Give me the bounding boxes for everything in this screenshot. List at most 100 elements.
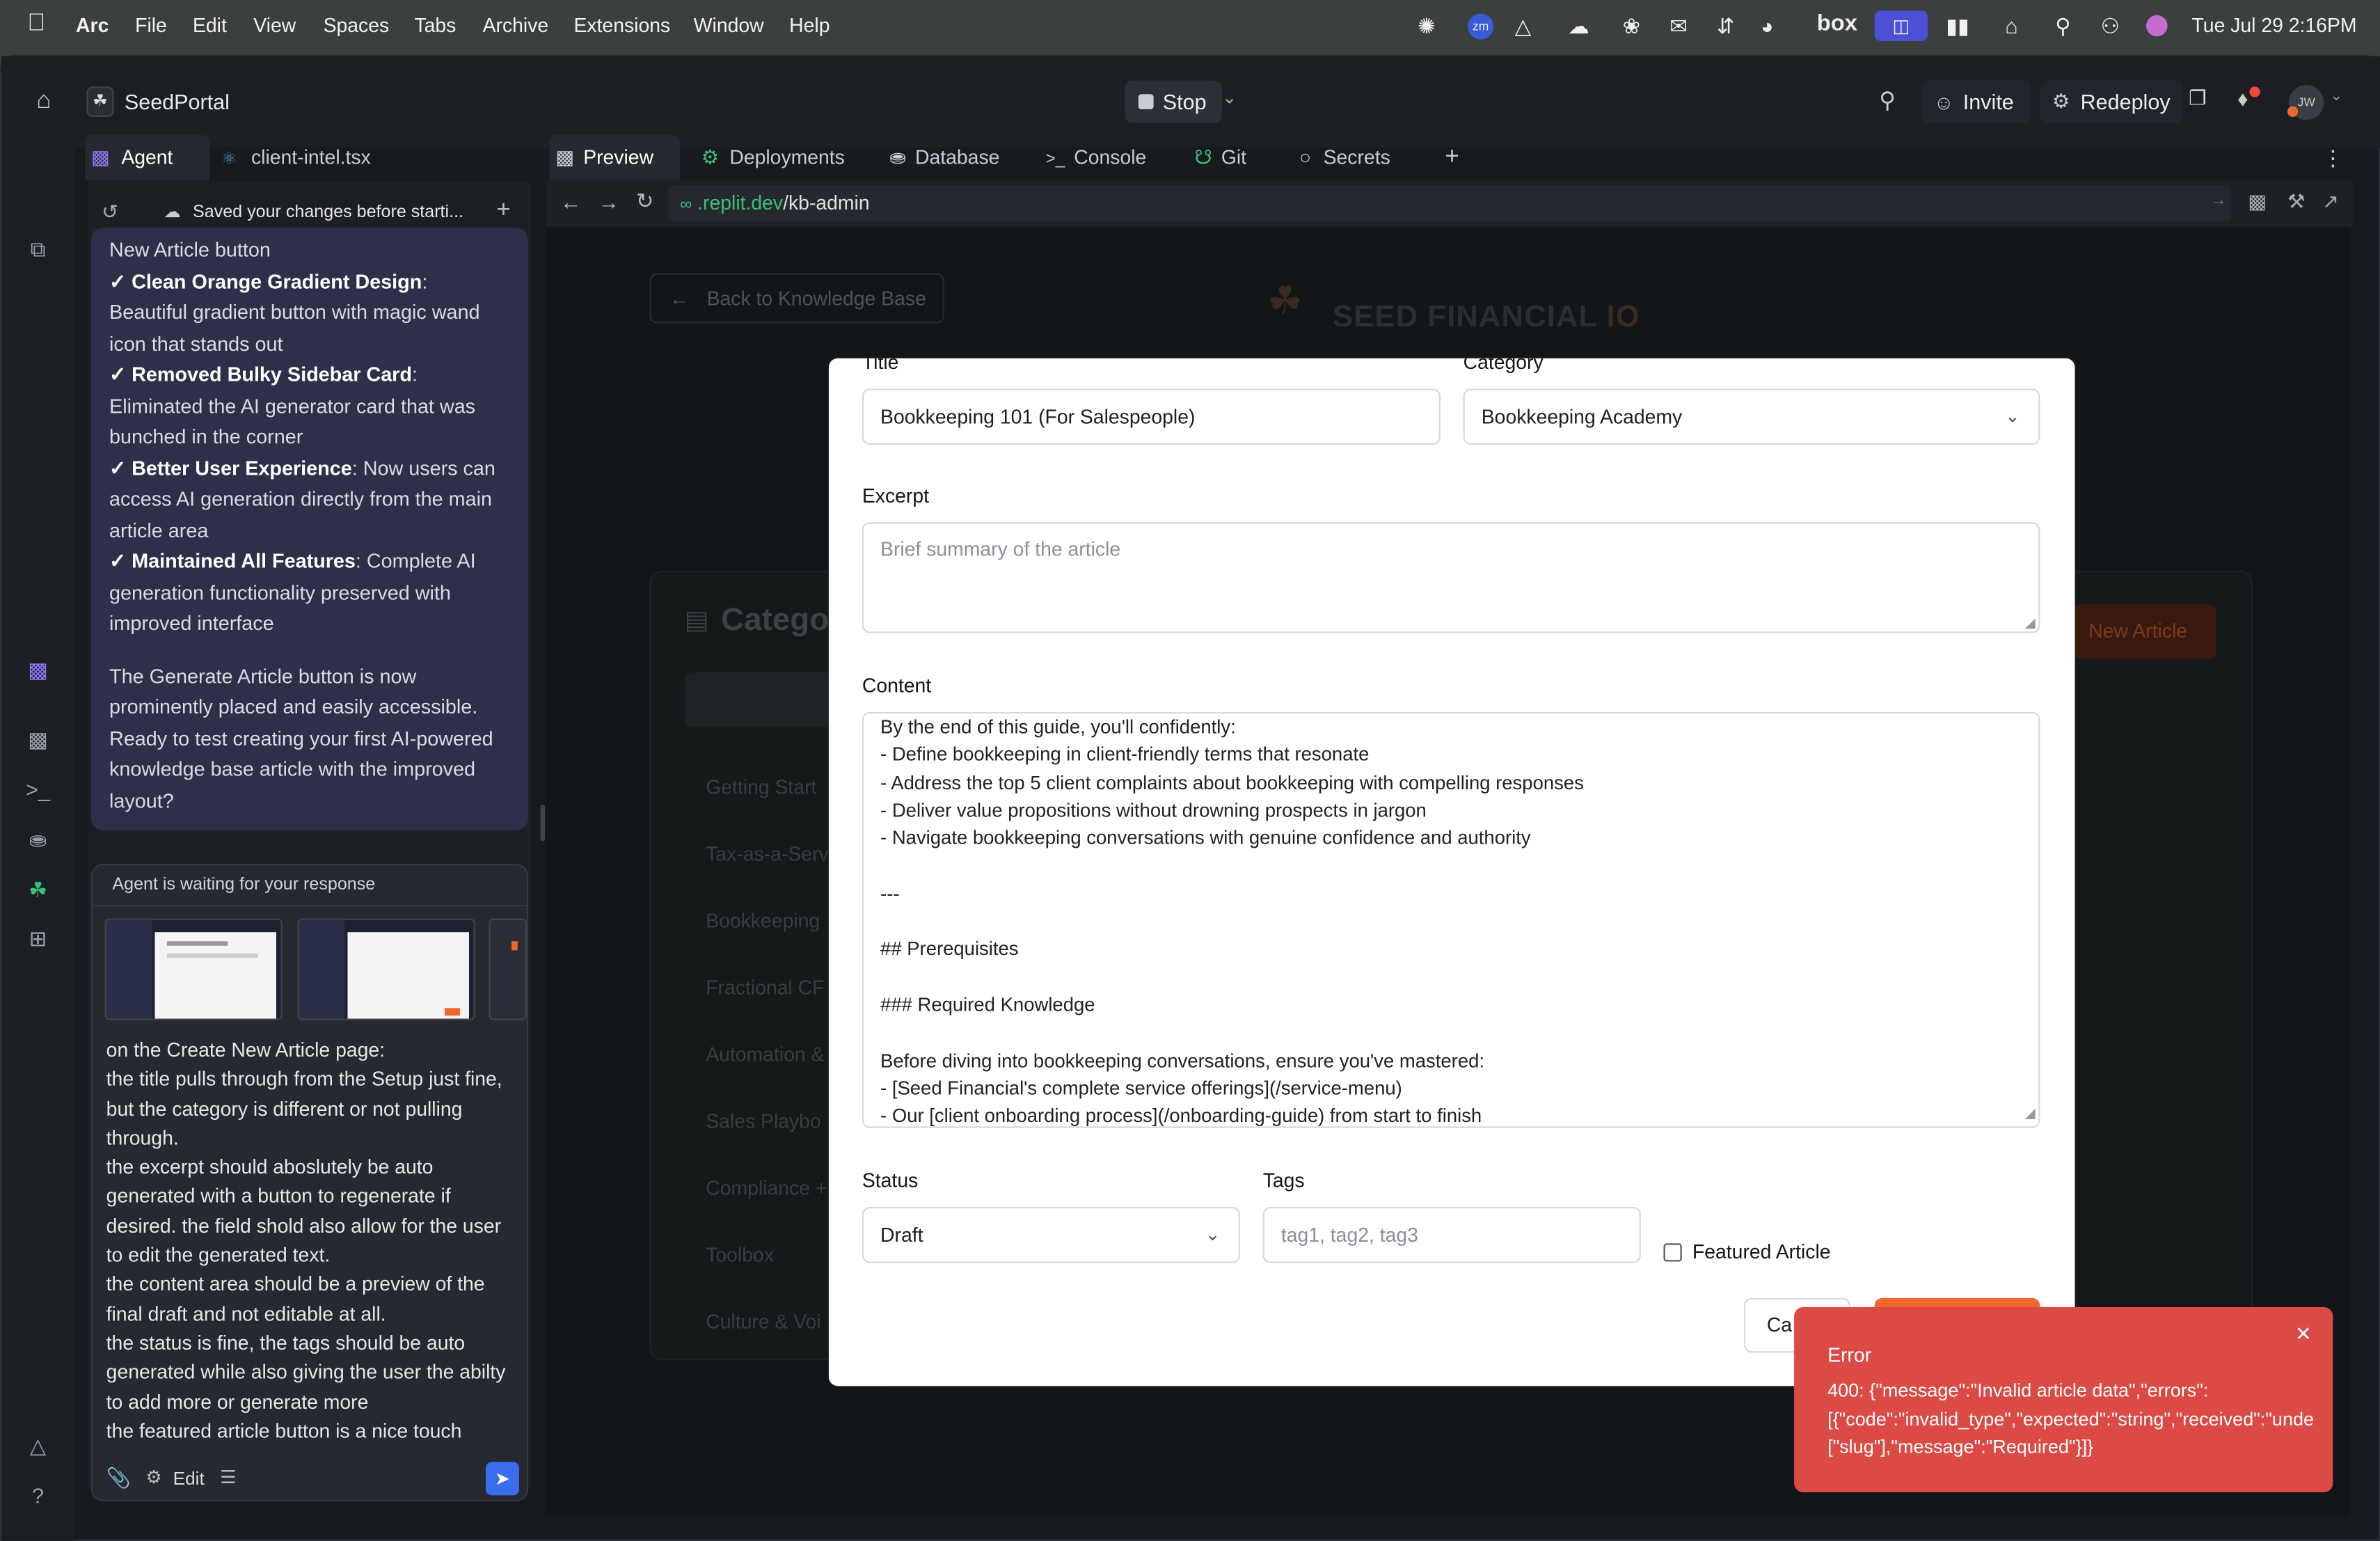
- category-select[interactable]: Bookkeeping Academy ⌄: [1463, 388, 2040, 445]
- tab-secrets[interactable]: ○ Secrets: [1299, 135, 1390, 180]
- tab-git[interactable]: ☋ Git: [1195, 135, 1247, 180]
- tab-preview[interactable]: ▩ Preview: [549, 135, 681, 181]
- history-icon[interactable]: ↺: [102, 200, 118, 225]
- control-center-icon[interactable]: ⚇: [2101, 12, 2120, 39]
- menu-help[interactable]: Help: [789, 14, 830, 37]
- category-item[interactable]: Automation &: [706, 1022, 829, 1089]
- tab-console[interactable]: >_ Console: [1046, 135, 1146, 180]
- resize-handle[interactable]: [540, 804, 546, 841]
- openai-icon[interactable]: ❀: [1623, 12, 1641, 39]
- category-item[interactable]: Compliance +: [706, 1155, 829, 1222]
- category-item[interactable]: Sales Playbo: [706, 1089, 829, 1155]
- category-item[interactable]: Getting Start: [706, 754, 829, 821]
- drive-icon[interactable]: △: [1515, 12, 1532, 39]
- attachment-thumbnail[interactable]: [104, 918, 283, 1020]
- menu-view[interactable]: View: [253, 14, 296, 37]
- back-arrow-icon[interactable]: ←: [560, 190, 582, 214]
- send-button[interactable]: ➤: [485, 1462, 519, 1496]
- clock[interactable]: Tue Jul 29 2:16PM: [2192, 14, 2357, 37]
- title-input[interactable]: Bookkeeping 101 (For Salespeople): [862, 388, 1441, 445]
- menu-window[interactable]: Window: [694, 14, 764, 37]
- sync-icon[interactable]: ⇵: [1717, 12, 1735, 39]
- category-selected[interactable]: [684, 672, 852, 727]
- content-textarea[interactable]: By the end of this guide, you'll confide…: [862, 711, 2040, 1128]
- home-icon[interactable]: ⌂: [36, 88, 51, 116]
- more-vertical-icon[interactable]: ⋮: [2322, 135, 2344, 180]
- menu-edit[interactable]: Edit: [193, 14, 227, 37]
- menu-archive[interactable]: Archive: [483, 14, 549, 37]
- category-item[interactable]: Fractional CF: [706, 955, 829, 1022]
- gauge-icon[interactable]: ◕: [1761, 12, 1773, 39]
- tab-client-intel[interactable]: ⚛ client-intel.tsx: [221, 135, 370, 180]
- screen-share-icon[interactable]: ◫: [1874, 10, 1928, 41]
- sliders-icon[interactable]: ☰: [220, 1467, 236, 1488]
- close-icon[interactable]: ✕: [2295, 1322, 2312, 1347]
- go-arrow-icon[interactable]: →: [2210, 191, 2227, 210]
- resize-grip-icon[interactable]: ◢: [2025, 615, 2036, 631]
- new-tab-plus-icon[interactable]: +: [1445, 135, 1459, 180]
- tab-agent[interactable]: ▩ Agent: [85, 135, 209, 181]
- wifi-icon[interactable]: ⌂: [2005, 12, 2017, 39]
- attachment-thumbnail[interactable]: [489, 918, 527, 1020]
- alert-icon[interactable]: △: [23, 1430, 54, 1461]
- chevron-down-icon[interactable]: ⌄: [1222, 86, 1237, 108]
- tab-database[interactable]: ⛂ Database: [889, 135, 999, 180]
- featured-checkbox[interactable]: [1663, 1243, 1682, 1262]
- siri-icon[interactable]: [2146, 15, 2168, 37]
- redeploy-button[interactable]: ⚙ Redeploy: [2040, 80, 2183, 123]
- reload-icon[interactable]: ↻: [636, 188, 654, 214]
- battery-icon[interactable]: ▮▮: [1946, 12, 1969, 39]
- settings-icon[interactable]: ⚙: [145, 1467, 161, 1488]
- tags-input[interactable]: tag1, tag2, tag3: [1262, 1206, 1641, 1263]
- menu-app-name[interactable]: Arc: [76, 14, 109, 37]
- menu-extensions[interactable]: Extensions: [573, 14, 670, 37]
- help-icon[interactable]: ?: [23, 1480, 54, 1511]
- window-icon[interactable]: ❐: [2189, 86, 2206, 111]
- paperclip-icon[interactable]: 📎: [106, 1467, 131, 1491]
- invite-button[interactable]: ☺ Invite: [1921, 80, 2031, 123]
- monitor-icon[interactable]: ▩: [23, 724, 54, 754]
- mail-icon[interactable]: ✉: [1669, 12, 1688, 39]
- featured-label[interactable]: Featured Article: [1692, 1240, 1831, 1263]
- new-chat-plus-icon[interactable]: +: [496, 198, 510, 225]
- bell-icon[interactable]: ♦: [2237, 86, 2248, 111]
- external-link-icon[interactable]: ↗: [2322, 190, 2339, 214]
- resize-grip-icon[interactable]: ◢: [2025, 1098, 2036, 1126]
- excerpt-textarea[interactable]: Brief summary of the article ◢: [862, 522, 2040, 633]
- tab-deployments[interactable]: ⚙ Deployments: [701, 135, 845, 180]
- stop-button[interactable]: Stop: [1125, 80, 1222, 123]
- saved-banner[interactable]: Saved your changes before starti...: [193, 203, 463, 221]
- status-select[interactable]: Draft ⌄: [862, 1206, 1240, 1263]
- terminal-icon[interactable]: >_: [23, 774, 54, 805]
- search-icon[interactable]: ⚲: [2055, 12, 2070, 39]
- category-item[interactable]: Culture & Voi: [706, 1289, 829, 1356]
- project-name[interactable]: SeedPortal: [125, 90, 230, 114]
- database-icon[interactable]: ⛂: [23, 824, 54, 855]
- forward-arrow-icon[interactable]: →: [598, 190, 619, 214]
- cursor-select-icon[interactable]: ⧉: [23, 234, 54, 264]
- wrench-icon[interactable]: ⚒: [2287, 190, 2305, 214]
- apps-grid-icon[interactable]: ⊞: [23, 923, 54, 954]
- box-icon[interactable]: box: [1817, 10, 1857, 38]
- url-field[interactable]: ∞ .replit.dev/kb-admin: [667, 185, 2232, 222]
- category-item[interactable]: Tax-as-a-Serv: [706, 821, 829, 888]
- devices-icon[interactable]: ▩: [2248, 190, 2267, 214]
- agent-icon[interactable]: ▩: [23, 654, 54, 685]
- menu-spaces[interactable]: Spaces: [324, 14, 390, 37]
- search-icon[interactable]: ⚲: [1879, 86, 1896, 114]
- category-item[interactable]: Toolbox: [706, 1222, 829, 1289]
- chevron-down-icon[interactable]: ⌄: [2330, 88, 2342, 105]
- new-article-button[interactable]: New Article: [2073, 604, 2216, 659]
- back-to-kb-link[interactable]: ← Back to Knowledge Base: [649, 273, 944, 324]
- category-item[interactable]: Bookkeeping: [706, 888, 829, 955]
- apple-icon[interactable]: : [27, 10, 45, 38]
- zoom-icon[interactable]: zm: [1468, 13, 1494, 40]
- chat-input[interactable]: on the Create New Article page: the titl…: [106, 1036, 519, 1443]
- menu-tabs[interactable]: Tabs: [414, 14, 456, 37]
- cloud-icon[interactable]: ☁: [1568, 12, 1589, 39]
- attachment-thumbnail[interactable]: [297, 918, 475, 1020]
- edit-mode-label[interactable]: Edit: [173, 1468, 205, 1489]
- git-icon[interactable]: ☘: [23, 874, 54, 905]
- menu-file[interactable]: File: [135, 14, 167, 37]
- sparkle-icon[interactable]: ✺: [1418, 12, 1436, 39]
